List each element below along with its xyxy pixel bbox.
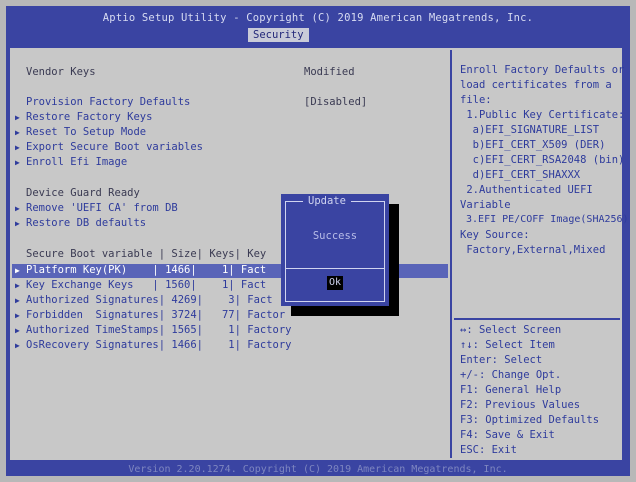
submenu-arrow-icon: ▶ (15, 296, 20, 305)
restore-db-defaults[interactable]: Restore DB defaults (26, 217, 146, 229)
help-text: b)EFI_CERT_X509 (DER) (460, 139, 606, 151)
table-row-forbidden-signatures[interactable]: Forbidden Signatures| 3724| 77| Factor (26, 309, 285, 321)
submenu-arrow-icon: ▶ (15, 219, 20, 228)
table-row-platform-key[interactable]: Platform Key(PK) | 1466| 1| Fact (26, 264, 266, 276)
help-text: Factory,External,Mixed (460, 244, 606, 256)
vendor-keys-value: Modified (304, 66, 355, 78)
submenu-arrow-icon: ▶ (15, 143, 20, 152)
submenu-arrow-icon: ▶ (15, 204, 20, 213)
key-hint: F4: Save & Exit (460, 429, 555, 441)
help-text: Enroll Factory Defaults or (460, 64, 625, 76)
submenu-arrow-icon: ▶ (15, 281, 20, 290)
help-pane: Enroll Factory Defaults or load certific… (454, 50, 629, 458)
help-text: Variable (460, 199, 511, 211)
submenu-arrow-icon: ▶ (15, 341, 20, 350)
submenu-arrow-icon: ▶ (15, 266, 20, 275)
table-row-key-exchange-keys[interactable]: Key Exchange Keys | 1560| 1| Fact (26, 279, 266, 291)
help-text: load certificates from a (460, 79, 612, 91)
help-text: d)EFI_CERT_SHAXXX (460, 169, 581, 181)
help-text: Key Source: (460, 229, 530, 241)
table-header: Secure Boot variable | Size| Keys| Key (26, 248, 267, 260)
title-bar: Aptio Setup Utility - Copyright (C) 2019… (6, 6, 630, 44)
app-title: Aptio Setup Utility - Copyright (C) 2019… (102, 12, 534, 24)
version-footer: Version 2.20.1274. Copyright (C) 2019 Am… (128, 464, 508, 475)
help-divider (454, 318, 620, 320)
dialog-separator (285, 268, 385, 269)
help-text: c)EFI_CERT_RSA2048 (bin) (460, 154, 625, 166)
bios-screen: Aptio Setup Utility - Copyright (C) 2019… (6, 6, 630, 476)
provision-factory-defaults[interactable]: Provision Factory Defaults (26, 96, 190, 108)
key-hint: ESC: Exit (460, 444, 517, 456)
dialog-title: Update (303, 194, 351, 208)
key-hint: F1: General Help (460, 384, 562, 396)
submenu-arrow-icon: ▶ (15, 113, 20, 122)
vendor-keys-label: Vendor Keys (26, 66, 96, 78)
dialog-message: Success (312, 230, 358, 242)
submenu-arrow-icon: ▶ (15, 158, 20, 167)
help-text: file: (460, 94, 492, 106)
provision-factory-defaults-value[interactable]: [Disabled] (304, 96, 367, 108)
table-row-authorized-timestamps[interactable]: Authorized TimeStamps| 1565| 1| Factory (26, 324, 292, 336)
reset-to-setup-mode[interactable]: Reset To Setup Mode (26, 126, 146, 138)
key-hint: Enter: Select (460, 354, 543, 366)
restore-factory-keys[interactable]: Restore Factory Keys (26, 111, 152, 123)
tab-security[interactable]: Security (248, 28, 309, 42)
key-hint: F3: Optimized Defaults (460, 414, 600, 426)
ok-button[interactable]: Ok (327, 276, 343, 290)
key-hint: +/-: Change Opt. (460, 369, 562, 381)
key-hint: ↔: Select Screen (460, 324, 562, 336)
help-text: 3.EFI PE/COFF Image(SHA256) (460, 214, 629, 225)
table-row-authorized-signatures[interactable]: Authorized Signatures| 4269| 3| Fact (26, 294, 273, 306)
help-text: 2.Authenticated UEFI (460, 184, 593, 196)
key-hint: F2: Previous Values (460, 399, 581, 411)
submenu-arrow-icon: ▶ (15, 311, 20, 320)
enroll-efi-image[interactable]: Enroll Efi Image (26, 156, 127, 168)
table-row-osrecovery-signatures[interactable]: OsRecovery Signatures| 1466| 1| Factory (26, 339, 292, 351)
export-secure-boot-variables[interactable]: Export Secure Boot variables (26, 141, 203, 153)
update-dialog: Update Success Ok (281, 194, 389, 306)
help-text: a)EFI_SIGNATURE_LIST (460, 124, 600, 136)
help-text: 1.Public Key Certificate: (460, 109, 625, 121)
key-hint: ↑↓: Select Item (460, 339, 555, 351)
device-guard-ready-label: Device Guard Ready (26, 187, 140, 199)
submenu-arrow-icon: ▶ (15, 326, 20, 335)
remove-uefi-ca[interactable]: Remove 'UEFI CA' from DB (26, 202, 178, 214)
submenu-arrow-icon: ▶ (15, 128, 20, 137)
